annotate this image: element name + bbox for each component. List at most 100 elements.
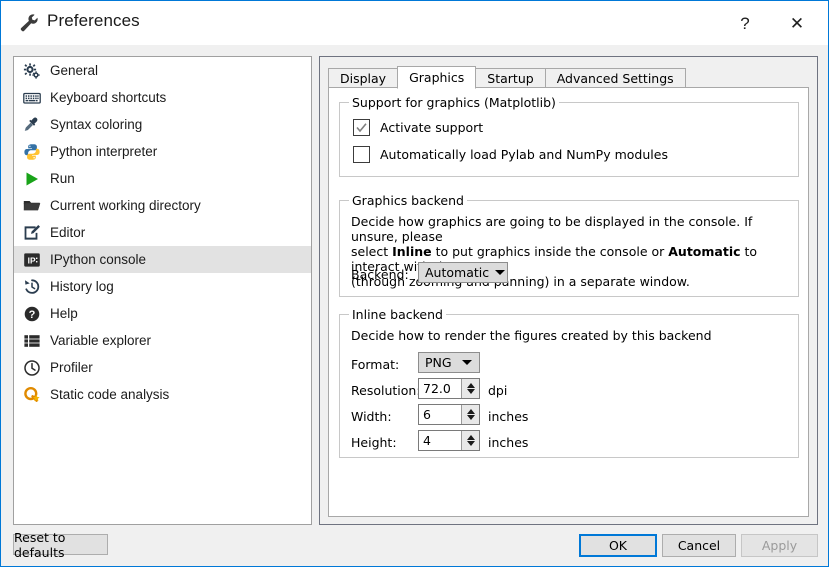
sidebar-item-label: Python interpreter [50,144,158,159]
chevron-down-icon [495,270,506,275]
tab-label: Advanced Settings [556,71,674,86]
resolution-spinner-buttons[interactable] [461,379,479,398]
inline-backend-description: Decide how to render the figures created… [351,328,712,343]
tab-label: Startup [487,71,534,86]
sidebar-item-label: Variable explorer [50,333,152,348]
apply-button[interactable]: Apply [741,534,818,557]
cancel-label: Cancel [677,538,721,553]
height-spinner-buttons[interactable] [461,431,479,450]
settings-panel: Display Graphics Startup Advanced Settings … [319,56,818,525]
backend-desc-line-3: (through zooming and panning) in a separ… [351,274,690,289]
tab-display[interactable]: Display [328,68,399,88]
sidebar-item-profiler[interactable]: Profiler [14,354,311,381]
history-icon [22,277,42,297]
tab-label: Graphics [409,70,465,85]
sidebar-item-ipython-console[interactable]: IP IPython console [14,246,311,273]
eyedropper-icon [22,115,42,135]
inline-backend-group: Inline backend Decide how to render the … [339,307,799,458]
backend-desc-automatic-bold: Automatic [668,244,741,259]
keyboard-icon [22,88,42,108]
spinner-down-icon[interactable] [466,415,475,420]
sidebar-item-label: Help [50,306,78,321]
sidebar-item-editor[interactable]: Editor [14,219,311,246]
height-label: Height: [351,435,397,450]
spinner-down-icon[interactable] [466,441,475,446]
width-value[interactable]: 6 [419,405,461,424]
gears-icon [22,61,42,81]
sidebar-item-label: Current working directory [50,198,201,213]
backend-combobox[interactable]: Automatic [418,262,508,283]
sidebar-item-history-log[interactable]: History log [14,273,311,300]
resolution-spinner[interactable]: 72.0 [418,378,480,399]
help-button[interactable]: ? [722,1,768,45]
height-value[interactable]: 4 [419,431,461,450]
resolution-unit: dpi [488,383,508,398]
support-group-title: Support for graphics (Matplotlib) [349,95,559,110]
backend-desc-pre: select [351,244,393,259]
tab-advanced-settings[interactable]: Advanced Settings [544,68,686,88]
cancel-button[interactable]: Cancel [662,534,736,557]
spinner-down-icon[interactable] [466,389,475,394]
svg-text:?: ? [29,309,36,321]
reset-to-defaults-label: Reset to defaults [14,529,66,560]
sidebar-item-label: IPython console [50,252,147,267]
autoload-pylab-numpy-checkbox[interactable] [353,146,370,163]
ok-button[interactable]: OK [579,534,657,557]
spinner-up-icon[interactable] [466,409,475,414]
backend-desc-mid: to put graphics inside the console or [431,244,669,259]
sidebar-item-label: History log [50,279,114,294]
activate-support-row[interactable]: Activate support [353,119,483,136]
sidebar-item-syntax-coloring[interactable]: Syntax coloring [14,111,311,138]
width-label: Width: [351,409,392,424]
resolution-value[interactable]: 72.0 [419,379,461,398]
sidebar-item-static-code-analysis[interactable]: Static code analysis [14,381,311,408]
page-title: Preferences [47,11,140,30]
format-label: Format: [351,357,400,372]
close-button[interactable]: ✕ [774,1,820,45]
tab-bar[interactable]: Display Graphics Startup Advanced Settings [328,66,686,89]
preferences-window: Preferences ? ✕ General Keyboard shortcut… [0,0,829,567]
svg-text:IP: IP [28,255,36,265]
list-icon [22,331,42,351]
backend-combobox-value: Automatic [425,265,490,280]
activate-support-label: Activate support [380,120,484,135]
inline-backend-group-title: Inline backend [349,307,446,322]
spinner-up-icon[interactable] [466,435,475,440]
tab-startup[interactable]: Startup [475,68,546,88]
sidebar-item-keyboard-shortcuts[interactable]: Keyboard shortcuts [14,84,311,111]
close-icon: ✕ [789,13,805,33]
spinner-up-icon[interactable] [466,383,475,388]
clock-icon [22,358,42,378]
sidebar-item-label: Static code analysis [50,387,170,402]
tab-page-graphics: Support for graphics (Matplotlib) Activa… [328,87,809,517]
graphics-backend-group: Graphics backend Decide how graphics are… [339,193,799,297]
sidebar-item-help[interactable]: ? Help [14,300,311,327]
play-icon [22,169,42,189]
sidebar-item-python-interpreter[interactable]: Python interpreter [14,138,311,165]
sidebar-item-label: General [50,63,99,78]
sidebar-item-variable-explorer[interactable]: Variable explorer [14,327,311,354]
reset-to-defaults-button[interactable]: Reset to defaults [13,530,108,560]
width-unit: inches [488,409,529,424]
height-spinner[interactable]: 4 [418,430,480,451]
backend-desc-inline-bold: Inline [392,244,432,259]
activate-support-checkbox[interactable] [353,119,370,136]
width-spinner-buttons[interactable] [461,405,479,424]
format-combobox[interactable]: PNG [418,352,480,373]
support-for-graphics-group: Support for graphics (Matplotlib) Activa… [339,95,799,177]
folder-icon [22,196,42,216]
graphics-backend-description: Decide how graphics are going to be disp… [351,214,791,289]
sidebar-item-label: Syntax coloring [50,117,143,132]
python-icon [22,142,42,162]
tab-graphics[interactable]: Graphics [397,66,477,89]
sidebar-item-current-working-directory[interactable]: Current working directory [14,192,311,219]
backend-desc-line-2: select Inline to put graphics inside the… [351,244,791,274]
sidebar-item-run[interactable]: Run [14,165,311,192]
edit-pencil-icon [22,223,42,243]
pylint-q-icon [22,385,42,405]
backend-desc-line-1: Decide how graphics are going to be disp… [351,214,753,244]
width-spinner[interactable]: 6 [418,404,480,425]
settings-category-list[interactable]: General Keyboard shortcuts Syntax coloring… [13,56,312,525]
autoload-pylab-numpy-row[interactable]: Automatically load Pylab and NumPy modul… [353,146,668,163]
sidebar-item-general[interactable]: General [14,57,311,84]
